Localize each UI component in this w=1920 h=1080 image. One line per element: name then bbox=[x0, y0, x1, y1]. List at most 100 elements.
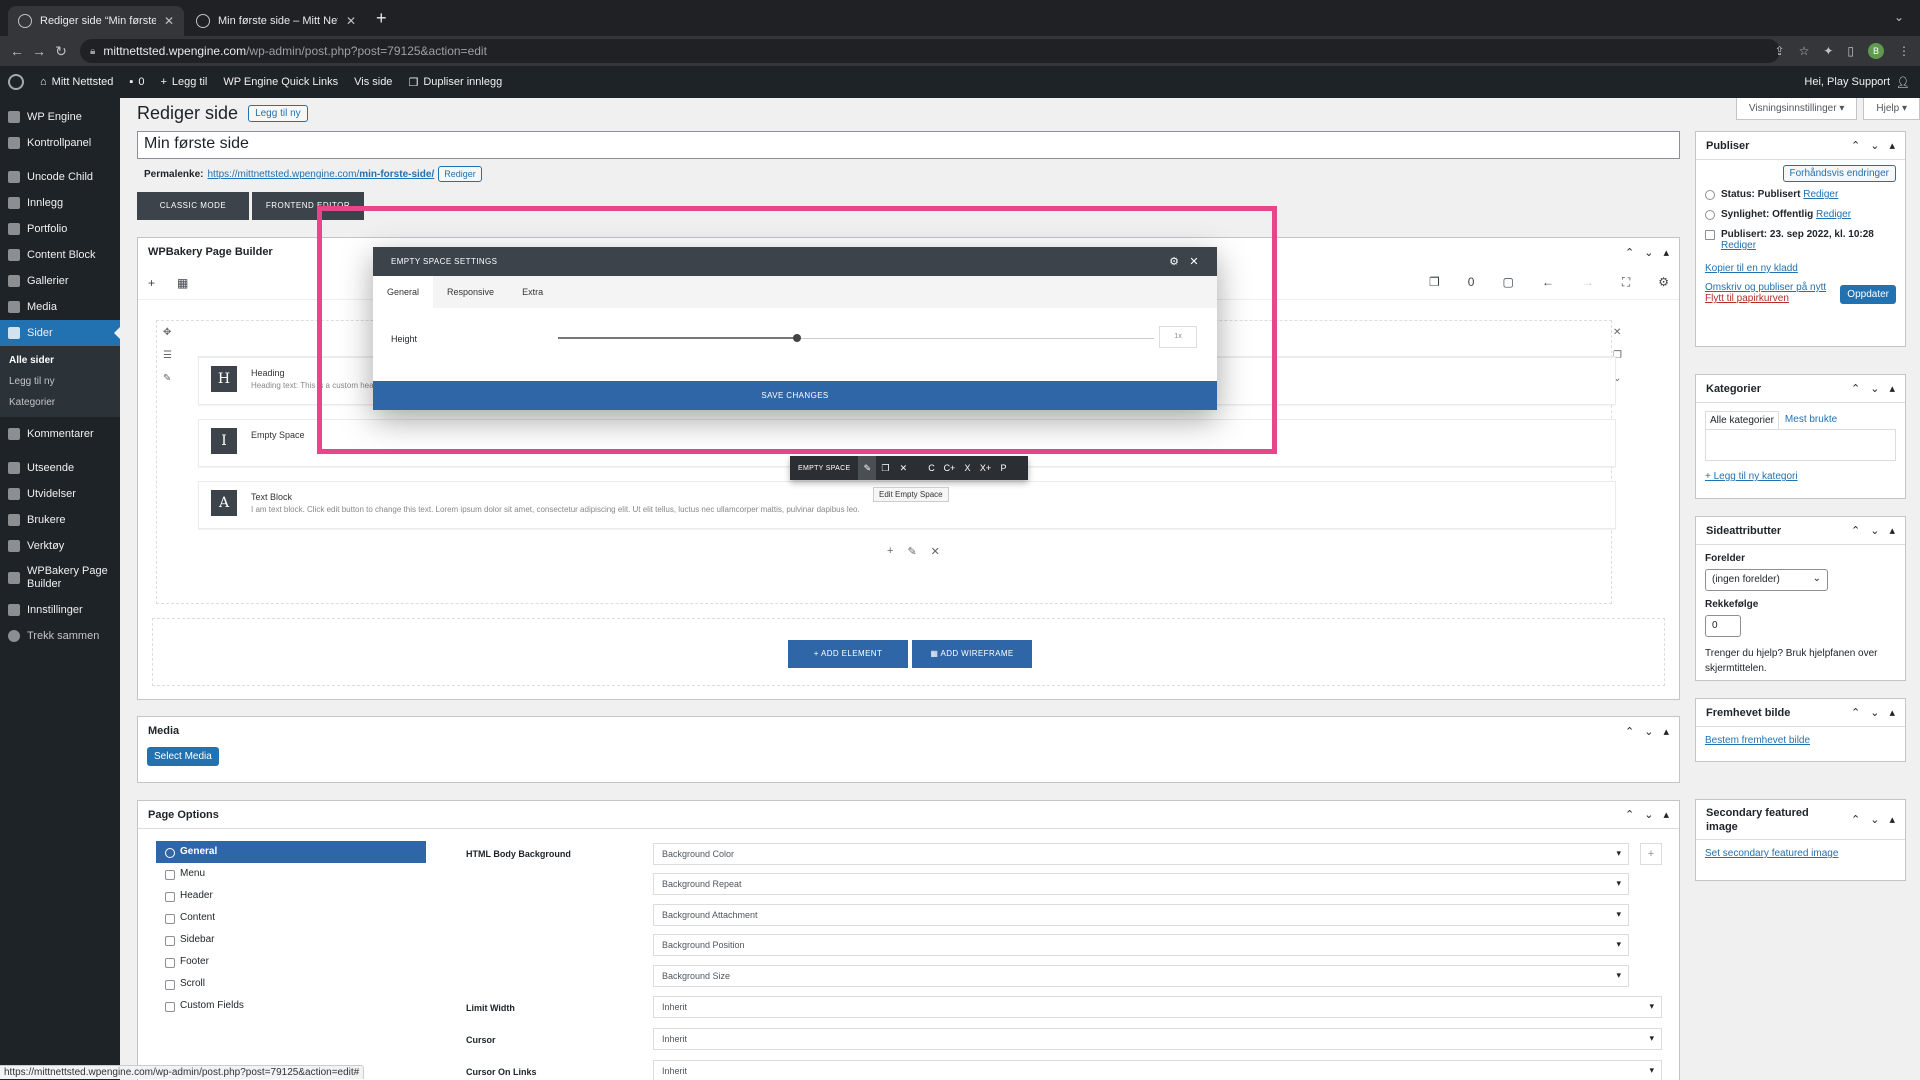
chevron-down-icon[interactable]: ⌄ bbox=[1870, 382, 1879, 395]
sidebar-item-portfolio[interactable]: Portfolio bbox=[0, 216, 120, 242]
triangle-up-icon[interactable]: ▴ bbox=[1889, 382, 1895, 395]
triangle-up-icon[interactable]: ▴ bbox=[1889, 706, 1895, 719]
undo-icon[interactable]: ← bbox=[1542, 275, 1554, 290]
duplicate-post-link[interactable]: ❐ Dupliser innlegg bbox=[400, 66, 510, 98]
sidebar-item-pages[interactable]: Sider bbox=[0, 320, 120, 346]
sidebar-item-galleries[interactable]: Gallerier bbox=[0, 268, 120, 294]
redo-icon[interactable]: → bbox=[1582, 275, 1594, 290]
classic-mode-button[interactable]: CLASSIC MODE bbox=[137, 192, 249, 220]
preview-changes-button[interactable]: Forhåndsvis endringer bbox=[1782, 165, 1896, 182]
chevron-down-icon[interactable]: ⌄ bbox=[1870, 139, 1879, 152]
my-account[interactable]: Hei, Play Support 👤︎ bbox=[1804, 66, 1910, 98]
sidebar-item-comments[interactable]: Kommentarer bbox=[0, 421, 120, 447]
move-icon[interactable]: ✥ bbox=[163, 327, 172, 338]
set-secondary-image-link[interactable]: Set secondary featured image bbox=[1705, 848, 1838, 859]
browser-tab-active[interactable]: Rediger side “Min første side” ✕ bbox=[8, 6, 184, 36]
triangle-up-icon[interactable]: ▴ bbox=[1889, 813, 1895, 826]
trash-link[interactable]: Flytt til papirkurven bbox=[1705, 293, 1789, 304]
chevron-up-icon[interactable]: ⌃ bbox=[1851, 813, 1860, 826]
add-element-button[interactable]: + ADD ELEMENT bbox=[788, 640, 908, 668]
sidebar-collapse[interactable]: Trekk sammen bbox=[0, 623, 120, 649]
update-button[interactable]: Oppdater bbox=[1840, 285, 1896, 304]
star-icon[interactable]: ☆ bbox=[1799, 44, 1810, 58]
bg-size-select[interactable]: Background Size bbox=[653, 965, 1629, 987]
share-icon[interactable]: ⇪ bbox=[1775, 44, 1785, 58]
po-tab-custom-fields[interactable]: Custom Fields bbox=[156, 995, 426, 1017]
height-input[interactable]: 1x bbox=[1159, 326, 1197, 348]
add-new-button[interactable]: Legg til ny bbox=[248, 104, 308, 122]
triangle-up-icon[interactable]: ▴ bbox=[1889, 139, 1895, 152]
add-wireframe-button[interactable]: ▦ ADD WIREFRAME bbox=[912, 640, 1032, 668]
tab-most-used[interactable]: Mest brukte bbox=[1779, 411, 1843, 429]
copy-icon[interactable]: ❐ bbox=[876, 463, 894, 474]
chevron-up-icon[interactable]: ⌃ bbox=[1625, 725, 1634, 738]
height-slider-handle[interactable] bbox=[793, 334, 801, 342]
permalink-link[interactable]: https://mittnettsted.wpengine.com/min-fo… bbox=[207, 169, 434, 180]
sidebar-item-media[interactable]: Media bbox=[0, 294, 120, 320]
save-changes-button[interactable]: SAVE CHANGES bbox=[373, 381, 1217, 410]
chevron-down-icon[interactable]: ⌄ bbox=[1870, 524, 1879, 537]
copy-icon[interactable]: ❐ bbox=[1429, 275, 1440, 290]
gear-icon[interactable]: ⚙ bbox=[1169, 255, 1179, 268]
chevron-up-icon[interactable]: ⌃ bbox=[1851, 524, 1860, 537]
sidebar-item-wpengine[interactable]: WP Engine bbox=[0, 104, 120, 130]
size-button-c[interactable]: C bbox=[922, 463, 940, 473]
chevron-up-icon[interactable]: ⌃ bbox=[1851, 382, 1860, 395]
sidepanel-icon[interactable]: ▯ bbox=[1847, 44, 1854, 58]
triangle-up-icon[interactable]: ▴ bbox=[1663, 808, 1669, 821]
extensions-icon[interactable]: ✦ bbox=[1823, 44, 1833, 58]
site-name-link[interactable]: ⌂ Mitt Nettsted bbox=[32, 66, 121, 98]
close-icon[interactable]: ✕ bbox=[894, 463, 912, 474]
view-page-link[interactable]: Vis side bbox=[346, 66, 400, 98]
help-toggle[interactable]: Hjelp ▾ bbox=[1863, 98, 1920, 120]
chevron-down-icon[interactable]: ⌄ bbox=[1644, 808, 1653, 821]
po-tab-header[interactable]: Header bbox=[156, 885, 426, 907]
wpengine-quicklinks[interactable]: WP Engine Quick Links bbox=[215, 66, 346, 98]
chevron-down-icon[interactable]: ⌄ bbox=[1894, 10, 1904, 24]
bg-position-select[interactable]: Background Position bbox=[653, 934, 1629, 956]
edit-permalink-button[interactable]: Rediger bbox=[438, 166, 482, 182]
chevron-up-icon[interactable]: ⌃ bbox=[1625, 246, 1634, 259]
add-category-link[interactable]: + Legg til ny kategori bbox=[1705, 471, 1798, 482]
chevron-down-icon[interactable]: ⌄ bbox=[1644, 725, 1653, 738]
set-featured-image-link[interactable]: Bestem fremhevet bilde bbox=[1705, 735, 1810, 746]
cursor-links-select[interactable]: Inherit bbox=[653, 1060, 1662, 1080]
address-field[interactable]: 🔒︎ mittnettsted.wpengine.com/wp-admin/po… bbox=[80, 39, 1780, 63]
po-tab-content[interactable]: Content bbox=[156, 907, 426, 929]
bg-color-select[interactable]: Background Color bbox=[653, 843, 1629, 865]
modal-tab-extra[interactable]: Extra bbox=[508, 276, 557, 308]
close-icon[interactable]: ✕ bbox=[164, 14, 174, 28]
reload-icon[interactable]: ↻ bbox=[50, 43, 72, 60]
modal-tab-general[interactable]: General bbox=[373, 276, 434, 308]
sidebar-item-posts[interactable]: Innlegg bbox=[0, 190, 120, 216]
menu-icon[interactable]: ⋮ bbox=[1898, 44, 1910, 58]
post-title-input[interactable]: Min første side bbox=[137, 131, 1680, 159]
close-icon[interactable]: ✕ bbox=[346, 14, 356, 28]
sidebar-subitem-all-pages[interactable]: Alle sider bbox=[0, 350, 120, 371]
chevron-up-icon[interactable]: ⌃ bbox=[1625, 808, 1634, 821]
triangle-up-icon[interactable]: ▴ bbox=[1663, 725, 1669, 738]
add-icon[interactable]: + bbox=[1640, 843, 1662, 865]
wp-logo-menu[interactable] bbox=[0, 66, 32, 98]
forward-icon[interactable]: → bbox=[28, 43, 50, 59]
sidebar-item-wpbakery[interactable]: WPBakery Page Builder bbox=[0, 559, 120, 597]
triangle-up-icon[interactable]: ▴ bbox=[1663, 246, 1669, 259]
size-button-c-plus[interactable]: C+ bbox=[940, 463, 958, 473]
edit-visibility-link[interactable]: Rediger bbox=[1816, 209, 1851, 220]
cursor-select[interactable]: Inherit bbox=[653, 1028, 1662, 1050]
close-icon[interactable]: ✕ bbox=[931, 545, 940, 558]
sidebar-item-users[interactable]: Brukere bbox=[0, 507, 120, 533]
templates-icon[interactable]: ▦ bbox=[177, 276, 188, 290]
sidebar-item-appearance[interactable]: Utseende bbox=[0, 455, 120, 481]
parent-select[interactable]: (ingen forelder) ⌄ bbox=[1705, 569, 1828, 591]
sidebar-subitem-add-new[interactable]: Legg til ny bbox=[0, 371, 120, 392]
sidebar-item-content-block[interactable]: Content Block bbox=[0, 242, 120, 268]
po-tab-scroll[interactable]: Scroll bbox=[156, 973, 426, 995]
back-icon[interactable]: ← bbox=[6, 43, 28, 59]
edit-date-link[interactable]: Rediger bbox=[1721, 240, 1756, 251]
po-tab-sidebar[interactable]: Sidebar bbox=[156, 929, 426, 951]
modal-tab-responsive[interactable]: Responsive bbox=[433, 276, 508, 308]
triangle-up-icon[interactable]: ▴ bbox=[1889, 524, 1895, 537]
size-button-p[interactable]: P bbox=[994, 463, 1012, 473]
bg-attachment-select[interactable]: Background Attachment bbox=[653, 904, 1629, 926]
